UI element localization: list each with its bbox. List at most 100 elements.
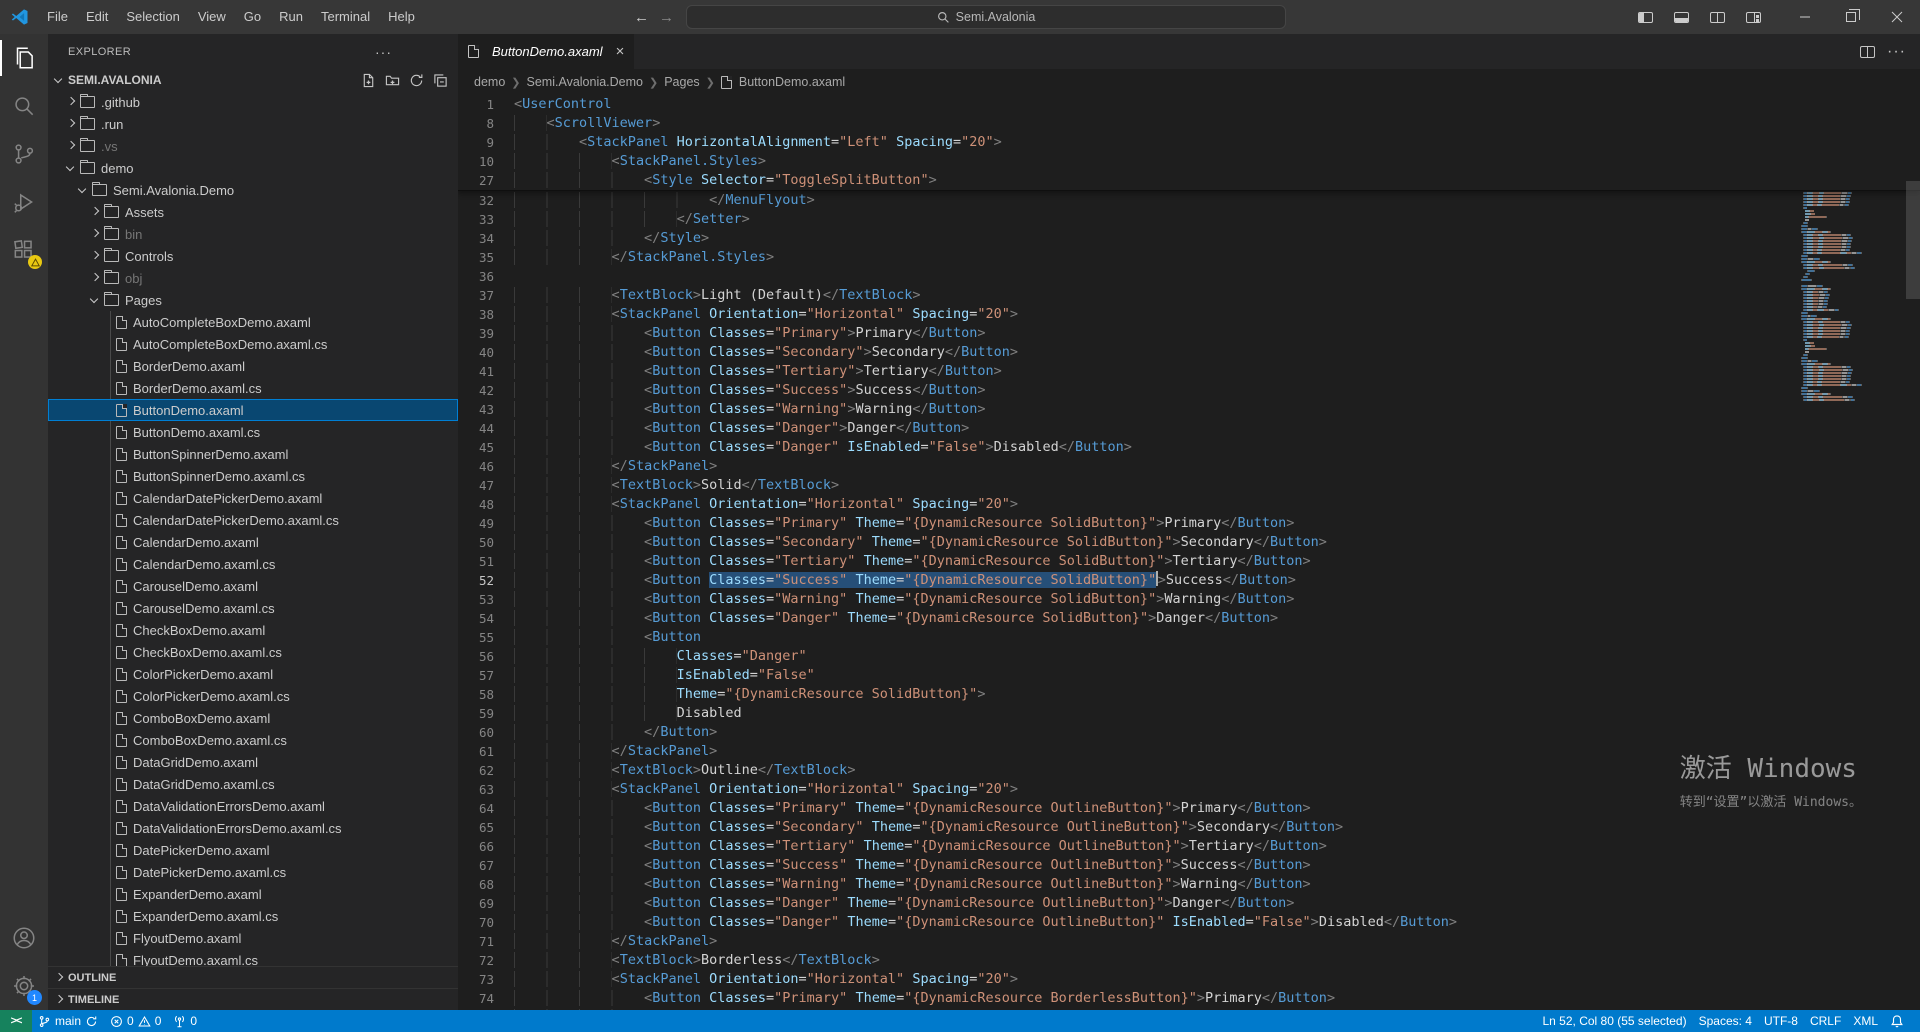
code-line-73[interactable]: 73 <StackPanel Orientation="Horizontal" …	[458, 970, 1920, 989]
breadcrumb-item[interactable]: Semi.Avalonia.Demo	[527, 75, 644, 89]
breadcrumb-item[interactable]: Pages	[664, 75, 699, 89]
code-line-34[interactable]: 34 </Style>	[458, 229, 1920, 248]
code-line-47[interactable]: 47 <TextBlock>Solid</TextBlock>	[458, 476, 1920, 495]
file-item-expanderdemo.axaml.cs[interactable]: ExpanderDemo.axaml.cs	[48, 905, 458, 927]
file-item-buttondemo.axaml[interactable]: ButtonDemo.axaml	[48, 399, 458, 421]
folder-item-semi.avalonia.demo[interactable]: Semi.Avalonia.Demo	[48, 179, 458, 201]
file-item-carouseldemo.axaml.cs[interactable]: CarouselDemo.axaml.cs	[48, 597, 458, 619]
settings-gear-icon[interactable]: 1	[0, 962, 48, 1010]
code-line-59[interactable]: 59 Disabled	[458, 704, 1920, 723]
code-line-56[interactable]: 56 Classes="Danger"	[458, 647, 1920, 666]
language-mode-item[interactable]: XML	[1847, 1010, 1884, 1032]
scrollbar-slider[interactable]	[1906, 181, 1920, 299]
code-line-74[interactable]: 74 <Button Classes="Primary" Theme="{Dyn…	[458, 989, 1920, 1008]
cursor-position-item[interactable]: Ln 52, Col 80 (55 selected)	[1537, 1010, 1693, 1032]
folder-item-pages[interactable]: Pages	[48, 289, 458, 311]
code-line-39[interactable]: 39 <Button Classes="Primary">Primary</Bu…	[458, 324, 1920, 343]
file-item-datepickerdemo.axaml.cs[interactable]: DatePickerDemo.axaml.cs	[48, 861, 458, 883]
file-item-autocompleteboxdemo.axaml.cs[interactable]: AutoCompleteBoxDemo.axaml.cs	[48, 333, 458, 355]
code-line-68[interactable]: 68 <Button Classes="Warning" Theme="{Dyn…	[458, 875, 1920, 894]
source-control-icon[interactable]	[0, 130, 48, 178]
code-line-48[interactable]: 48 <StackPanel Orientation="Horizontal" …	[458, 495, 1920, 514]
file-item-flyoutdemo.axaml[interactable]: FlyoutDemo.axaml	[48, 927, 458, 949]
code-line-40[interactable]: 40 <Button Classes="Secondary">Secondary…	[458, 343, 1920, 362]
file-item-comboboxdemo.axaml[interactable]: ComboBoxDemo.axaml	[48, 707, 458, 729]
tab-buttondemo[interactable]: ButtonDemo.axaml ×	[458, 34, 634, 69]
folder-item-assets[interactable]: Assets	[48, 201, 458, 223]
file-item-carouseldemo.axaml[interactable]: CarouselDemo.axaml	[48, 575, 458, 597]
file-item-datagriddemo.axaml.cs[interactable]: DataGridDemo.axaml.cs	[48, 773, 458, 795]
folder-item-obj[interactable]: obj	[48, 267, 458, 289]
file-item-borderdemo.axaml[interactable]: BorderDemo.axaml	[48, 355, 458, 377]
file-item-datepickerdemo.axaml[interactable]: DatePickerDemo.axaml	[48, 839, 458, 861]
file-item-borderdemo.axaml.cs[interactable]: BorderDemo.axaml.cs	[48, 377, 458, 399]
editor-more-actions-icon[interactable]: ···	[1887, 43, 1906, 61]
indentation-item[interactable]: Spaces: 4	[1693, 1010, 1758, 1032]
folder-item-demo[interactable]: demo	[48, 157, 458, 179]
refresh-icon[interactable]	[406, 70, 426, 90]
code-line-8[interactable]: 8 <ScrollViewer>	[458, 114, 1920, 133]
folder-item-bin[interactable]: bin	[48, 223, 458, 245]
code-line-66[interactable]: 66 <Button Classes="Tertiary" Theme="{Dy…	[458, 837, 1920, 856]
code-line-35[interactable]: 35 </StackPanel.Styles>	[458, 248, 1920, 267]
search-activity-icon[interactable]	[0, 82, 48, 130]
code-line-27[interactable]: 27 <Style Selector="ToggleSplitButton">	[458, 171, 1920, 190]
code-line-38[interactable]: 38 <StackPanel Orientation="Horizontal" …	[458, 305, 1920, 324]
code-line-54[interactable]: 54 <Button Classes="Danger" Theme="{Dyna…	[458, 609, 1920, 628]
file-item-buttondemo.axaml.cs[interactable]: ButtonDemo.axaml.cs	[48, 421, 458, 443]
code-editor[interactable]: 1<UserControl8 <ScrollViewer>9 <StackPan…	[458, 95, 1920, 1010]
code-line-55[interactable]: 55 <Button	[458, 628, 1920, 647]
explorer-icon[interactable]	[0, 34, 48, 82]
code-line-32[interactable]: 32 </MenuFlyout>	[458, 191, 1920, 210]
code-line-67[interactable]: 67 <Button Classes="Success" Theme="{Dyn…	[458, 856, 1920, 875]
code-line-33[interactable]: 33 </Setter>	[458, 210, 1920, 229]
file-item-calendardatepickerdemo.axaml[interactable]: CalendarDatePickerDemo.axaml	[48, 487, 458, 509]
code-line-36[interactable]: 36	[458, 267, 1920, 286]
code-line-75[interactable]: 75 <Button Classes="Secondary" Theme="{D…	[458, 1008, 1920, 1010]
encoding-item[interactable]: UTF-8	[1758, 1010, 1804, 1032]
ports-item[interactable]: 0	[167, 1010, 203, 1032]
code-line-41[interactable]: 41 <Button Classes="Tertiary">Tertiary</…	[458, 362, 1920, 381]
folder-item-.vs[interactable]: .vs	[48, 135, 458, 157]
menu-run[interactable]: Run	[270, 5, 312, 29]
menu-go[interactable]: Go	[235, 5, 270, 29]
code-line-53[interactable]: 53 <Button Classes="Warning" Theme="{Dyn…	[458, 590, 1920, 609]
file-item-buttonspinnerdemo.axaml[interactable]: ButtonSpinnerDemo.axaml	[48, 443, 458, 465]
file-item-checkboxdemo.axaml[interactable]: CheckBoxDemo.axaml	[48, 619, 458, 641]
breadcrumb-item[interactable]: ButtonDemo.axaml	[721, 75, 845, 89]
code-line-52[interactable]: 52 <Button Classes="Success" Theme="{Dyn…	[458, 571, 1920, 590]
account-icon[interactable]	[0, 914, 48, 962]
toggle-secondary-sidebar-icon[interactable]	[1702, 4, 1732, 30]
code-line-51[interactable]: 51 <Button Classes="Tertiary" Theme="{Dy…	[458, 552, 1920, 571]
folder-item-.github[interactable]: .github	[48, 91, 458, 113]
customize-layout-icon[interactable]	[1738, 4, 1768, 30]
breadcrumb-item[interactable]: demo	[474, 75, 505, 89]
history-forward-icon[interactable]: →	[659, 9, 674, 26]
outline-section-header[interactable]: OUTLINE	[48, 966, 458, 988]
code-line-9[interactable]: 9 <StackPanel HorizontalAlignment="Left"…	[458, 133, 1920, 152]
code-line-43[interactable]: 43 <Button Classes="Warning">Warning</Bu…	[458, 400, 1920, 419]
code-line-50[interactable]: 50 <Button Classes="Secondary" Theme="{D…	[458, 533, 1920, 552]
git-branch-item[interactable]: main	[32, 1010, 104, 1032]
notifications-bell-icon[interactable]	[1884, 1010, 1910, 1032]
file-item-colorpickerdemo.axaml[interactable]: ColorPickerDemo.axaml	[48, 663, 458, 685]
code-line-1[interactable]: 1<UserControl	[458, 95, 1920, 114]
code-line-71[interactable]: 71 </StackPanel>	[458, 932, 1920, 951]
folder-item-.run[interactable]: .run	[48, 113, 458, 135]
problems-item[interactable]: 0 0	[104, 1010, 167, 1032]
toggle-panel-icon[interactable]	[1666, 4, 1696, 30]
extensions-icon[interactable]	[0, 226, 48, 274]
new-folder-icon[interactable]	[382, 70, 402, 90]
file-item-calendardatepickerdemo.axaml.cs[interactable]: CalendarDatePickerDemo.axaml.cs	[48, 509, 458, 531]
toggle-sidebar-icon[interactable]	[1630, 4, 1660, 30]
code-line-46[interactable]: 46 </StackPanel>	[458, 457, 1920, 476]
file-item-expanderdemo.axaml[interactable]: ExpanderDemo.axaml	[48, 883, 458, 905]
code-line-60[interactable]: 60 </Button>	[458, 723, 1920, 742]
remote-indicator[interactable]: ><	[0, 1010, 32, 1032]
command-center-search[interactable]: Semi.Avalonia	[686, 5, 1286, 29]
code-line-37[interactable]: 37 <TextBlock>Light (Default)</TextBlock…	[458, 286, 1920, 305]
code-line-10[interactable]: 10 <StackPanel.Styles>	[458, 152, 1920, 171]
file-item-flyoutdemo.axaml.cs[interactable]: FlyoutDemo.axaml.cs	[48, 949, 458, 966]
explorer-more-actions-icon[interactable]: ···	[375, 44, 392, 60]
code-line-44[interactable]: 44 <Button Classes="Danger">Danger</Butt…	[458, 419, 1920, 438]
